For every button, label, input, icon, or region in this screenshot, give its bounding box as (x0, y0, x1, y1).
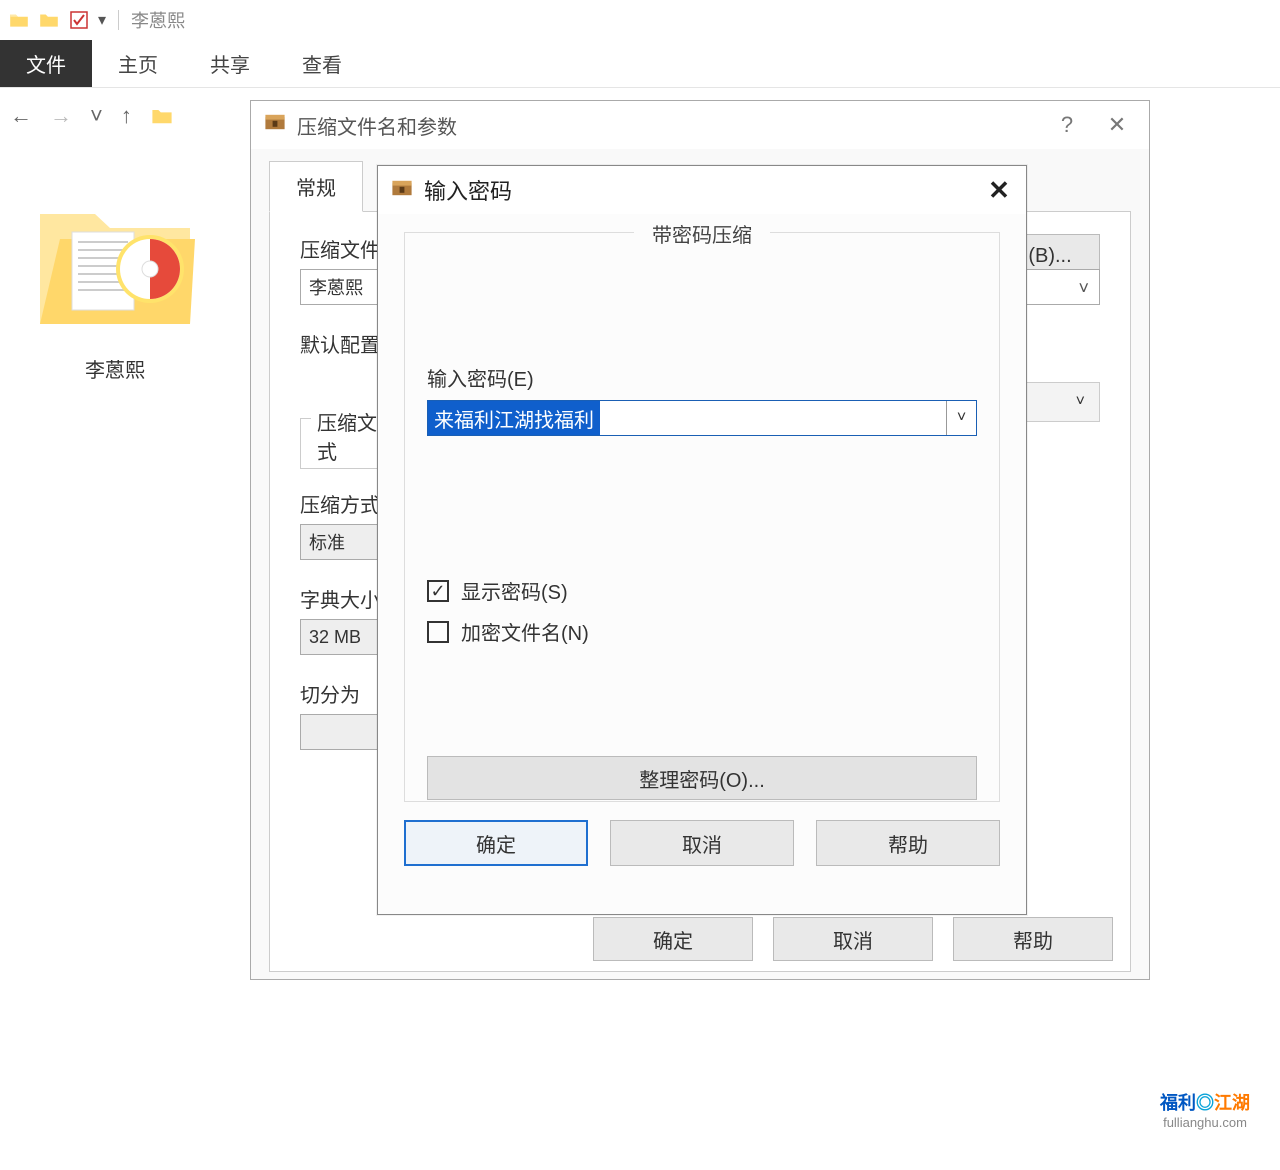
label-enter-password: 输入密码(E) (427, 363, 977, 392)
password-frame: 带密码压缩 输入密码(E) 来福利江湖找福利 ˅ ✓ 显示密码(S) 加密文件名… (404, 232, 1000, 802)
dialog2-close-icon[interactable]: ✕ (984, 175, 1014, 206)
window-title: 李蒽熙 (131, 7, 185, 33)
tab-share[interactable]: 共享 (184, 40, 276, 87)
dialog1-ok-button[interactable]: 确定 (593, 917, 753, 961)
check-icon (68, 9, 90, 31)
folder-label: 李蒽熙 (20, 354, 210, 383)
method-value: 标准 (309, 529, 345, 555)
tab-view[interactable]: 查看 (276, 40, 368, 87)
ribbon-tabs: 文件 主页 共享 查看 (0, 40, 1280, 88)
dialog2-title: 输入密码 (424, 174, 512, 206)
chevron-down-icon: ˅ (1078, 278, 1089, 299)
winrar-icon (263, 110, 287, 140)
back-icon[interactable]: ← (10, 103, 32, 129)
watermark-right: 江湖 (1214, 1093, 1250, 1113)
recent-dropdown-icon[interactable]: ˅ (90, 103, 103, 129)
checkbox-show-label: 显示密码(S) (461, 576, 568, 605)
qat-dropdown-icon[interactable]: ▾ (98, 10, 106, 30)
password-value: 来福利江湖找福利 (428, 401, 600, 435)
dialog1-close-icon[interactable]: ✕ (1097, 112, 1137, 138)
dialog1-titlebar: 压缩文件名和参数 ? ✕ (251, 101, 1149, 149)
dialog1-help-button[interactable]: 帮助 (953, 917, 1113, 961)
folder-item[interactable]: 李蒽熙 (20, 174, 210, 383)
folder-icon (8, 9, 30, 31)
dialog2-ok-button[interactable]: 确定 (404, 820, 588, 866)
dialog2-titlebar: 输入密码 ✕ (378, 166, 1026, 214)
archive-name-value: 李蒽熙 (309, 274, 363, 300)
watermark: 福利◎江湖 fullianghu.com (1160, 1089, 1250, 1130)
checkbox-icon: ✓ (427, 580, 449, 602)
folder-thumbnail-icon (30, 174, 200, 344)
dialog2-cancel-button[interactable]: 取消 (610, 820, 794, 866)
tab-file[interactable]: 文件 (0, 40, 92, 87)
checkbox-icon (427, 621, 449, 643)
breadcrumb-folder-icon[interactable] (150, 102, 178, 130)
watermark-sub: fullianghu.com (1160, 1115, 1250, 1130)
checkbox-show-password[interactable]: ✓ 显示密码(S) (427, 576, 977, 605)
dialog1-help-icon[interactable]: ? (1047, 112, 1087, 138)
checkbox-encrypt-names[interactable]: 加密文件名(N) (427, 617, 977, 646)
tab-home[interactable]: 主页 (92, 40, 184, 87)
winrar-icon (390, 176, 414, 205)
tab-general[interactable]: 常规 (269, 161, 363, 212)
enter-password-dialog: 输入密码 ✕ 带密码压缩 输入密码(E) 来福利江湖找福利 ˅ ✓ 显示密码(S… (377, 165, 1027, 915)
watermark-left: 福利 (1160, 1093, 1196, 1113)
folder-icon (38, 9, 60, 31)
dict-value: 32 MB (309, 627, 361, 648)
dialog1-title: 压缩文件名和参数 (297, 111, 457, 140)
organize-passwords-button[interactable]: 整理密码(O)... (427, 756, 977, 800)
forward-icon: → (50, 103, 72, 129)
dialog1-cancel-button[interactable]: 取消 (773, 917, 933, 961)
up-icon[interactable]: ↑ (121, 103, 132, 129)
password-input[interactable]: 来福利江湖找福利 ˅ (427, 400, 977, 436)
chevron-down-icon[interactable]: ˅ (946, 401, 976, 435)
password-frame-legend: 带密码压缩 (634, 219, 770, 248)
checkbox-encrypt-label: 加密文件名(N) (461, 617, 589, 646)
explorer-titlebar: ▾ 李蒽熙 (0, 0, 1280, 40)
dialog2-help-button[interactable]: 帮助 (816, 820, 1000, 866)
